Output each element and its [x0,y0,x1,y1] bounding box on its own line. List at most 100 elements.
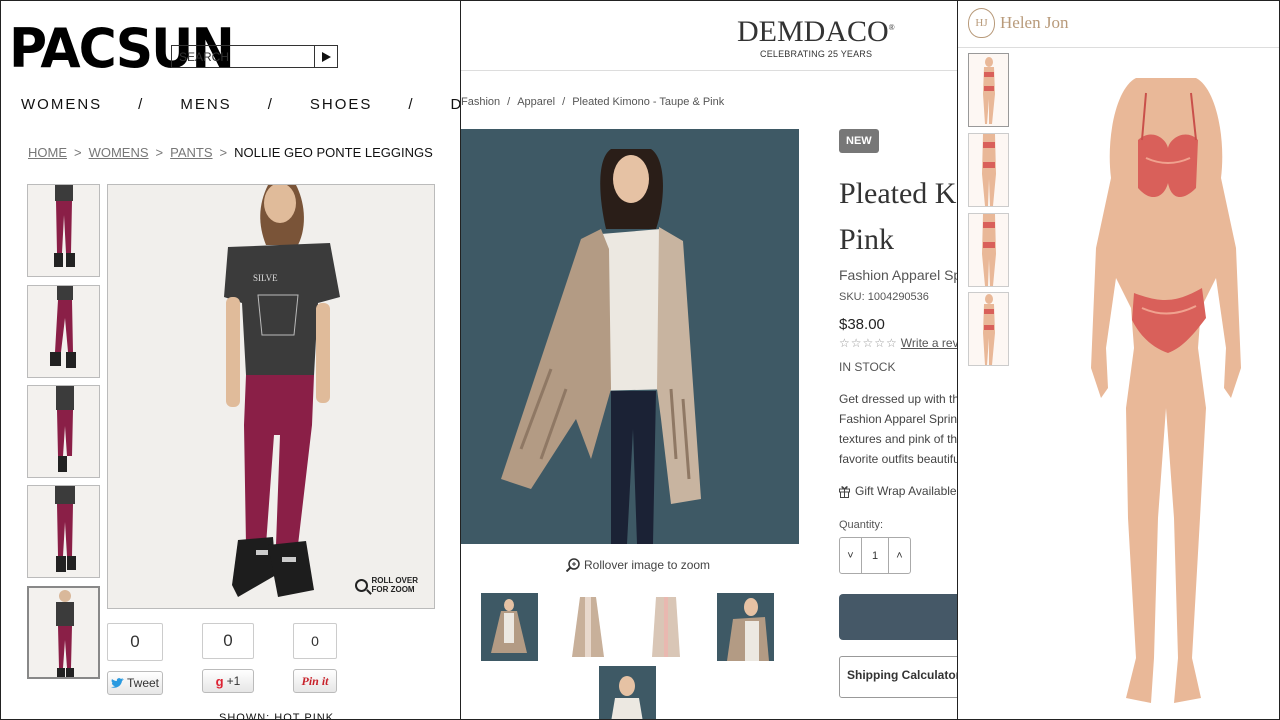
breadcrumb-apparel[interactable]: Apparel [517,96,555,108]
kimono-model-image [461,129,799,544]
product-sku: SKU: 1004290536 [839,291,929,303]
play-arrow-icon [321,51,331,62]
legging-thumb-image [50,286,76,368]
product-thumbnail-selected[interactable] [968,53,1009,127]
breadcrumb-separator: > [155,145,164,160]
search-bar[interactable]: SEARCH [171,45,338,68]
quantity-input[interactable]: 1 [861,538,889,573]
pin-it-label: Pin it [301,673,329,688]
product-thumbnail[interactable] [481,593,538,661]
bikini-thumb-image [982,214,996,286]
twitter-bird-icon [110,677,124,688]
stock-status: IN STOCK [839,360,896,374]
gift-wrap-text: Gift Wrap Available In [855,484,957,498]
helenjon-logo[interactable]: HJ Helen Jon [968,8,1068,38]
breadcrumb-home[interactable]: HOME [28,145,67,160]
product-thumbnail[interactable] [27,184,100,277]
gift-wrap-note: Gift Wrap Available In [839,484,957,498]
gplus-label: +1 [226,674,241,688]
product-thumbnail[interactable] [27,285,100,378]
magnifier-icon [355,578,369,592]
legging-thumb-image [56,590,74,677]
demdaco-logo[interactable]: DEMDACO® [737,15,895,49]
breadcrumb-separator: > [74,145,82,160]
quantity-decrease-button[interactable]: ˅ [840,538,861,573]
zoom-hint-text: Rollover image to zoom [584,558,711,572]
demdaco-panel: DEMDACO® CELEBRATING 25 YEARS Fashion / Ap… [460,0,958,720]
breadcrumb-separator: > [219,145,228,160]
tweet-label: Tweet [126,676,159,690]
product-description: Get dressed up with the Fashion Apparel … [839,389,958,469]
zoom-hint-line2: FOR ZOOM [371,585,415,594]
kimono-back-thumb-image [652,597,680,657]
new-badge: NEW [839,129,879,153]
search-submit-button[interactable] [315,46,337,67]
roll-over-zoom-hint: ROLL OVER FOR ZOOM [355,576,418,594]
breadcrumb-fashion[interactable]: Fashion [461,96,500,108]
product-thumbnail[interactable] [968,133,1009,207]
site-header: DEMDACO® CELEBRATING 25 YEARS [461,1,957,71]
bikini-model-image [1091,78,1241,703]
rollover-zoom-hint: Rollover image to zoom [566,558,710,572]
twitter-share: 0 Tweet [107,623,163,695]
rating-row: ☆☆☆☆☆ Write a revi [839,336,957,350]
product-thumbnail[interactable] [599,666,656,719]
tweet-count: 0 [107,623,163,661]
product-thumbnail[interactable] [27,385,100,478]
shipping-calculator-button[interactable]: Shipping Calculator [839,656,957,698]
product-thumbnail[interactable] [27,485,100,578]
nav-shoes[interactable]: SHOES [310,96,373,113]
quantity-increase-button[interactable]: ˄ [889,538,910,573]
kimono-flat-thumb-image [572,597,604,657]
breadcrumb-separator: / [562,96,566,108]
gplus-count: 0 [202,623,254,659]
nav-separator: / [408,96,415,113]
nav-separator: / [138,96,145,113]
quantity-label: Quantity: [839,519,884,531]
helenjon-panel: HJ Helen Jon [957,0,1280,720]
search-input[interactable]: SEARCH [172,46,315,67]
breadcrumb-current: Pleated Kimono - Taupe & Pink [572,96,725,108]
logo-tagline: CELEBRATING 25 YEARS [760,49,873,59]
star-rating-icon: ☆☆☆☆☆ [839,336,898,350]
gplus-button[interactable]: g +1 [202,669,254,693]
product-thumbnail[interactable] [638,593,695,661]
zoom-hint-line1: ROLL OVER [371,576,418,585]
product-thumbnail[interactable] [968,292,1009,366]
helenjon-logo-text: Helen Jon [1000,13,1069,32]
nav-womens[interactable]: WOMENS [21,96,102,113]
breadcrumb-pants[interactable]: PANTS [170,145,212,160]
description-line: Get dressed up with the [839,392,958,406]
product-thumbnail[interactable] [560,593,617,661]
product-thumbnail[interactable] [968,213,1009,287]
write-review-link[interactable]: Write a revi [901,336,957,350]
breadcrumb-womens[interactable]: WOMENS [89,145,149,160]
legging-thumb-image [55,486,76,572]
product-title: Pleated K Pink [839,171,956,263]
registered-mark-icon: ® [888,23,895,32]
main-product-image[interactable] [1056,48,1279,719]
product-title-line1: Pleated K [839,177,957,210]
add-to-cart-button[interactable] [839,594,957,640]
breadcrumb: HOME > WOMENS > PANTS > NOLLIE GEO PONTE LEGGI… [28,145,433,160]
tweet-button[interactable]: Tweet [107,671,163,695]
bikini-thumb-image [983,57,995,124]
product-thumbnail-selected[interactable] [27,586,100,679]
bikini-thumb-image [982,134,996,206]
nav-mens[interactable]: MENS [180,96,231,113]
description-line: Fashion Apparel Spring/ [839,412,958,426]
kimono-portrait-thumb-image [611,676,643,719]
gift-icon [839,485,850,498]
main-product-image[interactable] [461,129,799,544]
kimono-thumb-image [491,599,527,653]
google-g-icon: g [215,673,224,689]
product-thumbnail[interactable] [717,593,774,661]
demdaco-logo-text: DEMDACO [737,15,889,48]
main-product-image[interactable]: SILVE ROLL OVER FOR ZOOM [107,184,435,609]
legging-thumb-image [54,185,75,267]
legging-thumb-image [56,386,74,472]
breadcrumb-current: NOLLIE GEO PONTE LEGGINGS [234,145,433,160]
zoom-magnifier-icon [566,558,580,572]
product-title-line2: Pink [839,223,895,256]
pin-it-button[interactable]: Pin it [293,669,337,693]
